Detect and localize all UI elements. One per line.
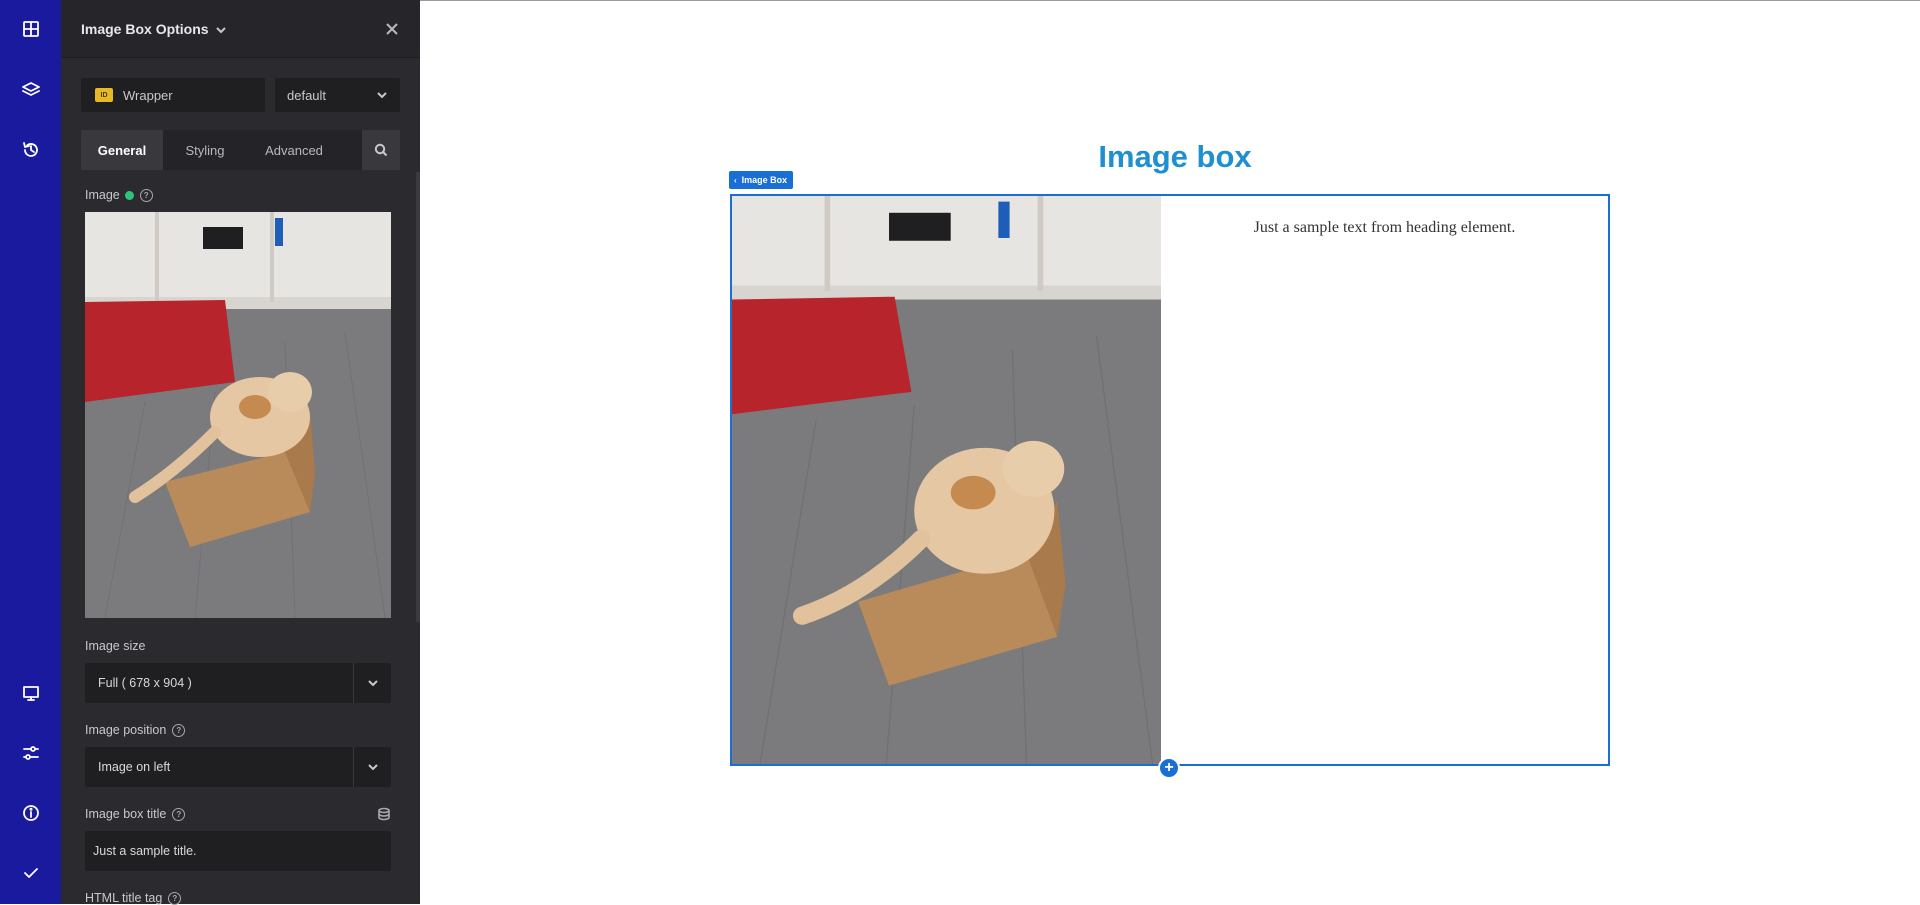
image-box-title-input[interactable] [85, 831, 391, 871]
image-field-label: Image ? [85, 188, 153, 202]
status-dot-icon [124, 190, 134, 200]
tab-styling[interactable]: Styling [163, 130, 247, 170]
add-element-button[interactable]: + [1158, 757, 1180, 779]
image-size-value: Full ( 678 x 904 ) [98, 676, 192, 690]
chevron-down-icon [376, 89, 388, 101]
tab-advanced[interactable]: Advanced [247, 130, 341, 170]
layout-icon[interactable] [0, 9, 61, 49]
builder-canvas: Image box ‹ Image Box Just a sample text… [420, 0, 1920, 904]
image-box-title-label: Image box title ? [85, 807, 391, 821]
image-box-image[interactable] [732, 196, 1161, 764]
image-box-text[interactable]: Just a sample text from heading element. [1161, 196, 1608, 237]
preset-select[interactable]: default [275, 78, 400, 112]
left-icon-rail [0, 0, 61, 904]
wrapper-label: Wrapper [123, 87, 173, 103]
panel-header: Image Box Options [61, 0, 420, 58]
image-position-label-text: Image position [85, 723, 167, 737]
element-tag-image-box[interactable]: ‹ Image Box [729, 171, 794, 189]
image-box-element[interactable]: Just a sample text from heading element. [730, 194, 1610, 766]
dynamic-data-icon[interactable] [377, 807, 391, 821]
close-icon[interactable] [384, 21, 400, 37]
info-icon[interactable] [0, 793, 61, 833]
wrapper-row: ID Wrapper default [81, 78, 400, 112]
panel-scroll-area: Image ? Image size Full (678 x 904) Im… [61, 180, 420, 905]
html-title-tag-label: HTML title tag ? [85, 891, 182, 905]
history-icon[interactable] [0, 130, 61, 170]
image-size-label: Image size [85, 639, 146, 653]
chevron-left-icon: ‹ [734, 175, 737, 185]
sliders-icon[interactable] [0, 733, 61, 773]
image-box-title-label-text: Image box title [85, 807, 167, 821]
options-panel: Image Box Options ID Wrapper default Gen… [61, 0, 420, 905]
canvas-heading: Image box [420, 139, 1920, 175]
id-badge: ID [95, 88, 113, 102]
canvas-heading-text[interactable]: Image box [1098, 139, 1251, 175]
preset-value: default [287, 87, 327, 103]
panel-title[interactable]: Image Box Options [81, 21, 209, 37]
image-preview[interactable] [85, 212, 391, 618]
chevron-down-icon[interactable] [215, 23, 227, 35]
help-icon[interactable]: ? [139, 188, 153, 202]
image-position-label: Image position ? [85, 723, 186, 737]
cat-in-box-image [732, 196, 1161, 764]
layers-icon[interactable] [0, 70, 61, 110]
html-title-tag-label-text: HTML title tag [85, 891, 163, 905]
chevron-down-icon [353, 747, 391, 787]
tab-general[interactable]: General [81, 130, 163, 170]
image-position-value: Image on left [98, 760, 171, 774]
help-icon[interactable]: ? [172, 723, 186, 737]
image-position-select[interactable]: Image on left [85, 747, 391, 787]
wrapper-field[interactable]: ID Wrapper [81, 78, 265, 112]
element-tag-label: Image Box [741, 175, 788, 185]
cat-in-box-image [85, 212, 391, 618]
chevron-down-icon [353, 663, 391, 703]
image-size-select[interactable]: Full ( 678 x 904 ) [85, 663, 391, 703]
image-label-text: Image [85, 188, 120, 202]
desktop-icon[interactable] [0, 673, 61, 713]
check-icon[interactable] [0, 853, 61, 893]
help-icon[interactable]: ? [168, 891, 182, 905]
help-icon[interactable]: ? [172, 807, 186, 821]
panel-tabs: General Styling Advanced [81, 130, 400, 170]
search-icon[interactable] [362, 130, 400, 170]
